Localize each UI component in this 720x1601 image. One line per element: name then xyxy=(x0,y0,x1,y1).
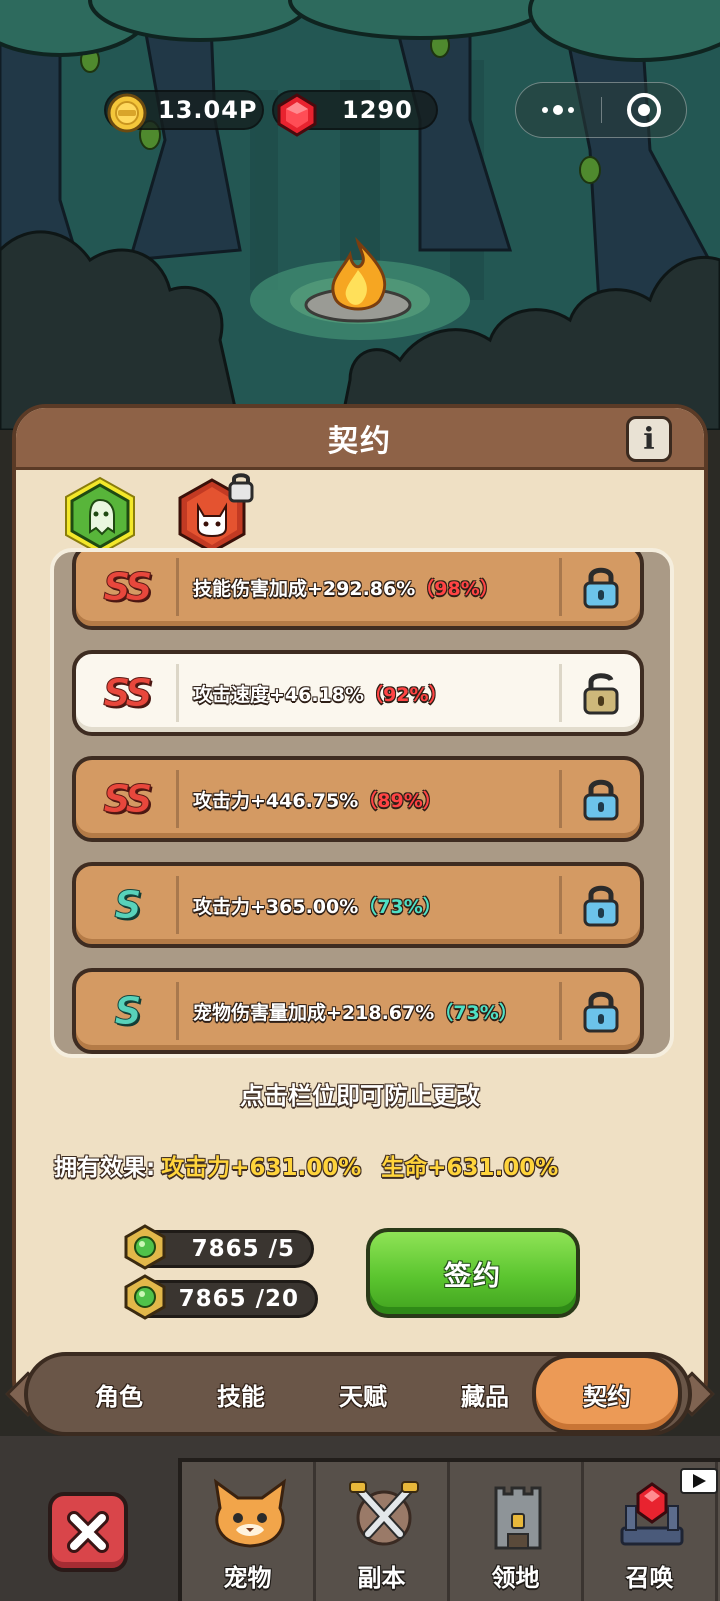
contract-effect: 攻击速度+46.18%（92%） xyxy=(193,683,448,706)
effect-life: 生命+631.00% xyxy=(381,1155,559,1181)
grade-badge: SS xyxy=(103,565,153,610)
nav-pet-label: 宠物 xyxy=(223,1564,272,1592)
info-button[interactable]: i xyxy=(626,416,672,462)
contract-list[interactable]: SS 技能伤害加成+292.86%（98%） SS 攻击速度+46.18%（92… xyxy=(50,548,674,1058)
nav-territory[interactable]: 领地 xyxy=(450,1462,584,1601)
contract-effect: 宠物伤害量加成+218.67%（73%） xyxy=(193,1001,518,1024)
contract-percent: （92%） xyxy=(364,683,448,706)
padlock-closed-icon xyxy=(583,885,619,927)
close-x-icon xyxy=(67,1511,109,1553)
padlock-open-icon xyxy=(583,673,619,715)
panel-header: 契约 i xyxy=(16,408,704,470)
grade-badge: S xyxy=(114,883,142,928)
ghost-contract-tab-icon[interactable] xyxy=(62,476,138,556)
close-miniprogram-button[interactable] xyxy=(602,83,687,137)
lock-toggle[interactable] xyxy=(562,866,640,944)
bottom-nav: 宠物 副本 领地 召唤 xyxy=(0,1436,720,1601)
tab-character[interactable]: 角色 xyxy=(58,1377,180,1412)
contract-percent: （73%） xyxy=(434,1001,518,1024)
tab-skills[interactable]: 技能 xyxy=(180,1377,302,1412)
lock-toggle[interactable] xyxy=(562,972,640,1050)
crossed-swords-icon xyxy=(349,1481,419,1546)
close-button[interactable] xyxy=(48,1492,128,1572)
play-icon xyxy=(693,1474,706,1488)
tab-collection[interactable]: 藏品 xyxy=(424,1377,546,1412)
lock-toggle[interactable] xyxy=(562,654,640,732)
info-icon: i xyxy=(643,421,655,457)
lock-toggle[interactable] xyxy=(562,552,640,626)
forest-scene: 13.04P 1290 xyxy=(0,0,720,430)
more-menu-button[interactable] xyxy=(516,83,601,137)
forest-background xyxy=(0,0,720,430)
owned-effects: 拥有效果: 攻击力+631.00% 生命+631.00% xyxy=(54,1148,572,1182)
contract-row[interactable]: SS 攻击力+446.75%（89%） xyxy=(72,756,644,842)
tab-talent[interactable]: 天赋 xyxy=(302,1377,424,1412)
nav-territory-label: 领地 xyxy=(491,1564,540,1592)
gem-amount: 1290 xyxy=(342,96,413,124)
cost-amount: 7865 /20 xyxy=(178,1286,299,1312)
contract-percent: （89%） xyxy=(358,789,442,812)
contract-effect: 攻击力+365.00%（73%） xyxy=(193,895,442,918)
gold-coin-icon xyxy=(107,93,147,133)
sign-contract-button[interactable]: 签约 xyxy=(366,1228,580,1318)
contract-percent: （73%） xyxy=(358,895,442,918)
grade-badge: SS xyxy=(103,777,153,822)
category-tab-bar: 角色 技能 天赋 藏品 契约 xyxy=(24,1352,692,1436)
more-dots-icon xyxy=(542,105,575,115)
effect-attack: 攻击力+631.00% xyxy=(161,1155,362,1181)
green-orb-token-icon xyxy=(124,1274,166,1320)
tab-contract[interactable]: 契约 xyxy=(532,1354,682,1434)
castle-tower-icon xyxy=(494,1486,542,1550)
nav-dungeon-label: 副本 xyxy=(357,1564,406,1592)
target-circle-icon xyxy=(626,93,661,127)
nav-pet[interactable]: 宠物 xyxy=(182,1462,316,1601)
owned-effects-label: 拥有效果: xyxy=(54,1155,156,1181)
contract-effect: 技能伤害加成+292.86%（98%） xyxy=(193,577,499,600)
contract-panel: 契约 i SS 技能伤害加成+292.86%（98%） SS 攻击速度+46.1… xyxy=(12,404,708,1414)
gold-amount: 13.04P xyxy=(158,96,258,124)
cat-tab-lock-icon xyxy=(228,473,254,503)
contract-row-selected[interactable]: SS 攻击速度+46.18%（92%） xyxy=(72,650,644,736)
contract-row[interactable]: S 攻击力+365.00%（73%） xyxy=(72,862,644,948)
cat-pet-icon xyxy=(213,1478,287,1548)
gold-counter: 13.04P xyxy=(104,90,264,133)
miniprogram-capsule xyxy=(515,82,687,138)
nav-dungeon[interactable]: 副本 xyxy=(316,1462,450,1601)
cost-amount: 7865 /5 xyxy=(191,1236,295,1262)
tab-contract-label: 契约 xyxy=(583,1382,631,1411)
grade-badge: SS xyxy=(103,671,153,716)
contract-row[interactable]: S 宠物伤害量加成+218.67%（73%） xyxy=(72,968,644,1054)
lock-hint-text: 点击栏位即可防止更改 xyxy=(240,1082,480,1110)
padlock-closed-icon xyxy=(583,779,619,821)
lock-toggle[interactable] xyxy=(562,760,640,838)
main-nav: 宠物 副本 领地 召唤 xyxy=(178,1458,720,1601)
nav-summon-label: 召唤 xyxy=(625,1564,674,1592)
red-gem-icon xyxy=(277,93,317,137)
video-ad-badge xyxy=(680,1468,718,1494)
green-orb-token-icon xyxy=(124,1224,166,1270)
grade-badge: S xyxy=(114,989,142,1034)
gem-counter: 1290 xyxy=(272,90,438,137)
padlock-closed-icon xyxy=(583,991,619,1033)
padlock-closed-icon xyxy=(583,567,619,609)
panel-title: 契约 xyxy=(328,423,392,459)
contract-percent: （98%） xyxy=(415,577,499,600)
contract-row[interactable]: SS 技能伤害加成+292.86%（98%） xyxy=(72,552,644,630)
contract-effect: 攻击力+446.75%（89%） xyxy=(193,789,442,812)
